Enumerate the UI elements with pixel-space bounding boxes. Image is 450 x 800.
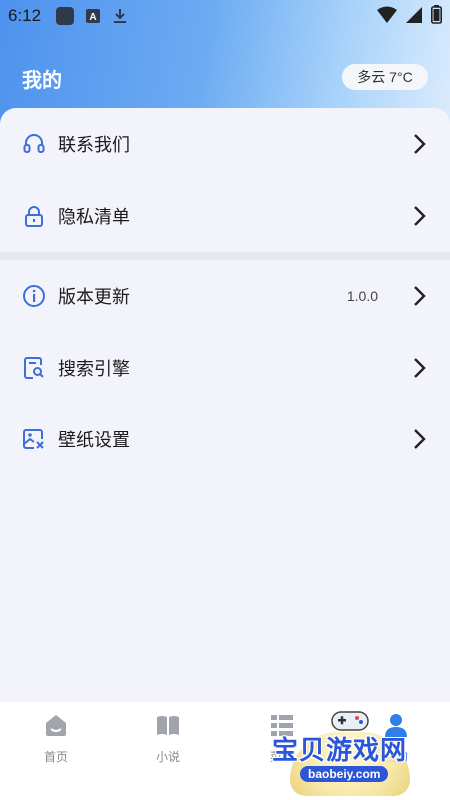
chevron-right-icon [414, 206, 426, 226]
book-icon [157, 716, 179, 735]
info-icon [23, 285, 45, 307]
status-time: 6:12 [8, 6, 42, 25]
page-title: 我的 [22, 70, 62, 92]
menu-label: 隐私清单 [58, 207, 130, 227]
download-icon [114, 9, 126, 23]
version-value: 1.0.0 [346, 288, 378, 304]
notification-icons: A [55, 6, 129, 26]
headset-icon [23, 134, 45, 153]
a-box-icon: A [86, 9, 100, 23]
chevron-right-icon [414, 286, 426, 306]
search-document-icon [24, 357, 44, 379]
status-bar: 6:12 A [0, 0, 450, 32]
menu-item-wallpaper-settings[interactable]: 壁纸设置 [0, 404, 450, 474]
menu-label: 壁纸设置 [58, 430, 130, 450]
menu-item-privacy-list[interactable]: 隐私清单 [0, 181, 450, 251]
nav-label: 首页 [43, 750, 68, 764]
settings-card: 联系我们 隐私清单 版本更新 1.0.0 搜索引擎 壁纸设置 [0, 108, 450, 702]
signal-icon [406, 6, 422, 23]
wallpaper-icon [23, 429, 44, 449]
lock-icon [25, 206, 43, 227]
watermark-url: baobeiy.com [300, 766, 389, 782]
weather-badge[interactable]: 多云 7°C [342, 64, 428, 90]
section-divider [0, 252, 450, 260]
menu-label: 搜索引擎 [58, 359, 130, 379]
nav-label: 小说 [155, 750, 180, 764]
svg-text:A: A [89, 12, 96, 23]
chevron-right-icon [414, 134, 426, 154]
battery-icon [431, 5, 442, 24]
nav-item-home[interactable]: 首页 [16, 712, 96, 772]
home-icon [46, 715, 66, 736]
watermark-text: 宝贝游戏网 [272, 735, 408, 765]
chevron-right-icon [414, 429, 426, 449]
wifi-icon [377, 6, 397, 23]
chevron-right-icon [414, 358, 426, 378]
menu-item-search-engine[interactable]: 搜索引擎 [0, 333, 450, 403]
nav-item-novel[interactable]: 小说 [128, 712, 208, 772]
menu-item-contact-us[interactable]: 联系我们 [0, 109, 450, 179]
menu-label: 版本更新 [58, 287, 130, 307]
menu-label: 联系我们 [58, 135, 130, 155]
watermark: 宝贝游戏网 baobeiy.com [268, 706, 448, 796]
app-badge-icon [56, 7, 74, 25]
system-icons [377, 5, 442, 24]
menu-item-version-update[interactable]: 版本更新 1.0.0 [0, 261, 450, 331]
